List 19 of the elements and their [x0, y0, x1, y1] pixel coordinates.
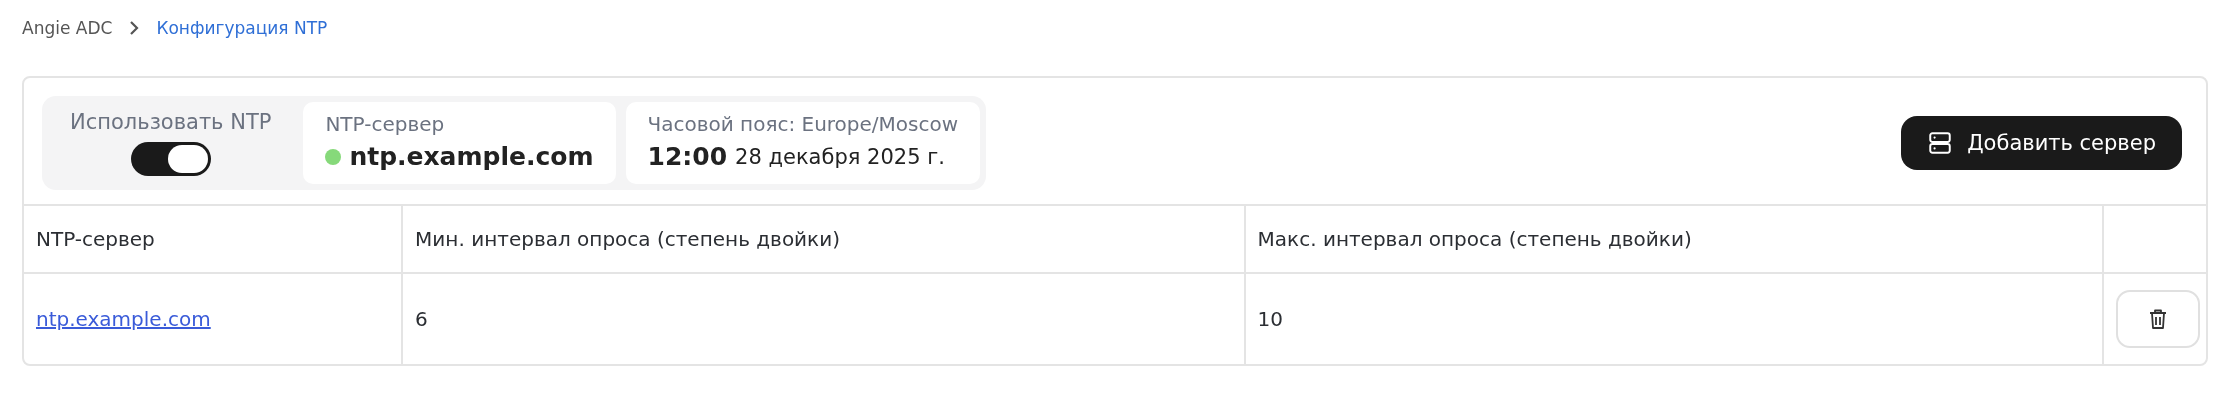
toggle-label: Использовать NTP — [70, 110, 272, 134]
table-cell: 6 — [402, 273, 1245, 364]
date-value: 28 декабря 2025 г. — [735, 144, 945, 169]
breadcrumb-link[interactable]: Конфигурация NTP — [156, 18, 328, 38]
column-header: Макс. интервал опроса (степень двойки) — [1244, 206, 2103, 273]
breadcrumb-link[interactable]: Angie ADC — [22, 18, 113, 38]
delete-button[interactable] — [2116, 290, 2200, 348]
column-header: NTP-сервер — [24, 206, 403, 273]
server-name: ntp.example.com — [349, 142, 594, 171]
time-value: 12:00 — [647, 142, 728, 171]
chevron-icon — [128, 20, 141, 36]
server-link[interactable]: ntp.example.com — [36, 307, 211, 331]
server-icon — [1927, 130, 1954, 156]
toggle-switch[interactable] — [130, 142, 211, 176]
info-label: NTP-сервер — [325, 112, 446, 136]
info-label: Часовой пояс: Europe/Moscow — [647, 112, 959, 136]
add-server-button[interactable]: Добавить сервер — [1901, 116, 2182, 170]
table-cell: 10 — [1244, 273, 2103, 364]
column-header: Мин. интервал опроса (степень двойки) — [402, 206, 1245, 273]
